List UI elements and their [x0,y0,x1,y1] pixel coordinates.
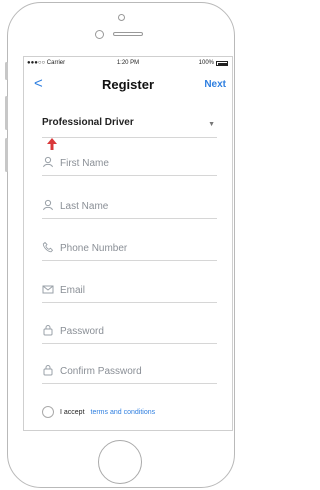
person-icon [43,156,53,168]
first-name-field[interactable] [42,155,217,176]
confirm-password-field[interactable] [42,363,217,384]
password-input[interactable] [60,323,210,339]
side-button [5,138,8,172]
last-name-input[interactable] [60,198,210,214]
status-bar: ●●●○○ Carrier 1:20 PM 100% [24,57,232,69]
home-button[interactable] [98,440,142,484]
navigation-bar: < Register Next [24,73,232,95]
password-field[interactable] [42,323,217,344]
role-dropdown[interactable]: Professional Driver ▼ [42,115,217,138]
role-dropdown-value: Professional Driver [42,117,134,128]
battery-percentage: 100% [198,60,214,66]
last-name-field[interactable] [42,198,217,219]
terms-radio[interactable] [42,406,54,418]
email-input[interactable] [60,282,210,298]
lock-icon [43,325,53,336]
email-field[interactable] [42,282,217,303]
terms-prefix: I accept [60,408,85,416]
front-sensor [118,14,125,21]
phone-icon [42,241,54,253]
lock-icon [43,365,53,376]
terms-link[interactable]: terms and conditions [91,409,156,416]
person-icon [43,199,53,211]
phone-number-input[interactable] [60,240,210,256]
earpiece-speaker [113,32,143,36]
next-button[interactable]: Next [204,79,226,90]
phone-number-field[interactable] [42,240,217,261]
chevron-down-icon: ▼ [208,121,215,128]
first-name-input[interactable] [60,155,210,171]
side-button [5,62,8,80]
terms-row: I accept terms and conditions [42,405,155,419]
pointer-arrow-icon [47,138,57,150]
screen: ●●●○○ Carrier 1:20 PM 100% < Register Ne… [23,56,233,431]
page-title: Register [101,77,155,92]
battery-icon [216,60,228,66]
envelope-icon [42,285,54,294]
confirm-password-input[interactable] [60,363,210,379]
front-camera [95,30,104,39]
side-button [5,96,8,130]
status-right: 100% [199,60,228,66]
